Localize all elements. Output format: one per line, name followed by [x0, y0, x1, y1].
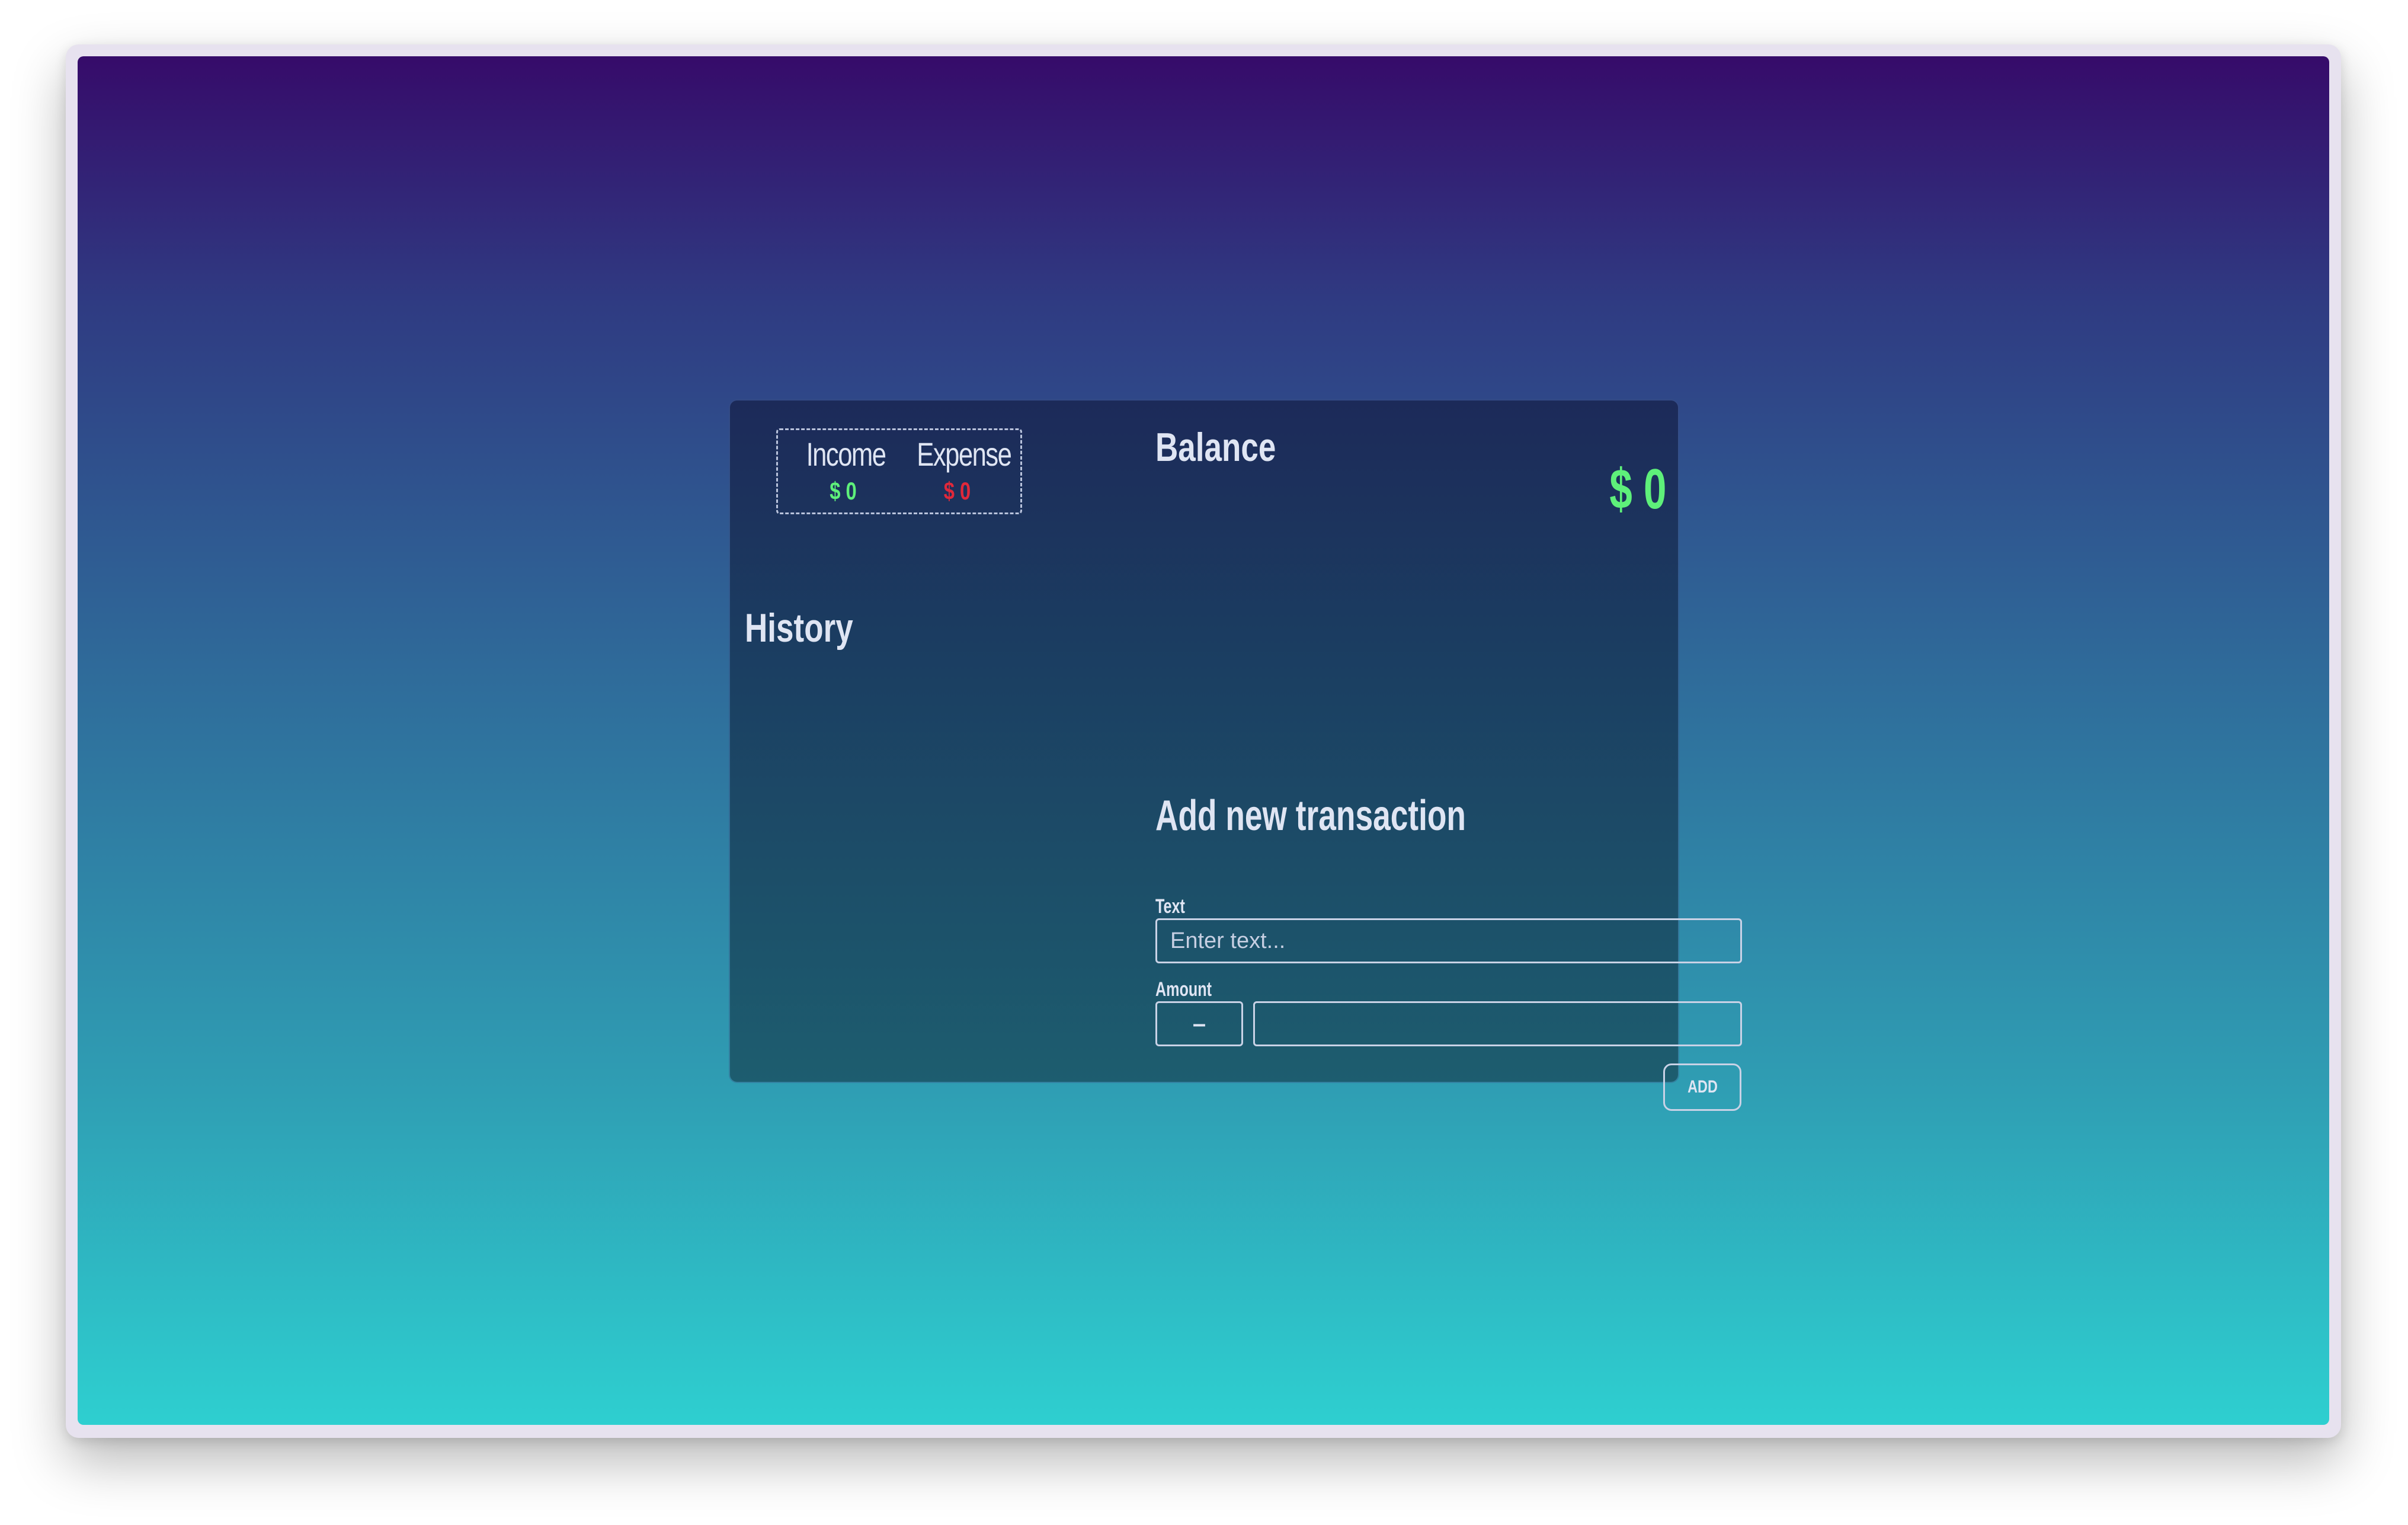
- amount-input[interactable]: [1253, 1001, 1742, 1046]
- amount-field-label: Amount: [1155, 978, 1212, 1001]
- sign-toggle-button[interactable]: –: [1155, 1001, 1243, 1046]
- expense-tracker-card: Income $ 0 Expense $ 0 Balance $ 0 Histo…: [730, 401, 1742, 1111]
- add-transaction-title: Add new transaction: [1155, 792, 1466, 840]
- balance-value: $ 0: [1609, 457, 1666, 521]
- expense-label: Expense: [917, 435, 1012, 473]
- text-input[interactable]: [1155, 918, 1742, 963]
- history-title: History: [745, 605, 853, 651]
- income-expense-summary: Income $ 0 Expense $ 0: [776, 428, 1022, 514]
- add-button-label: ADD: [1687, 1077, 1718, 1097]
- income-summary: Income $ 0: [796, 435, 891, 505]
- expense-summary: Expense $ 0: [905, 435, 1012, 505]
- expense-value: $ 0: [943, 477, 971, 505]
- income-label: Income: [806, 435, 886, 473]
- text-field-label: Text: [1155, 895, 1185, 918]
- add-button[interactable]: ADD: [1663, 1063, 1741, 1111]
- income-value: $ 0: [830, 477, 857, 505]
- balance-title: Balance: [1155, 425, 1276, 470]
